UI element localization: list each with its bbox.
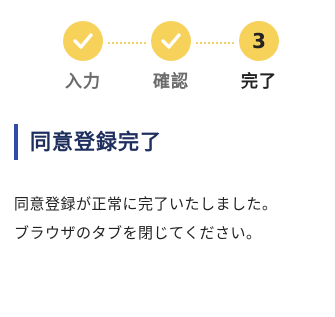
check-icon (73, 33, 93, 49)
step-complete: 3 完了 (214, 14, 304, 92)
check-icon (161, 33, 181, 49)
step-3-circle: 3 (239, 21, 279, 61)
completion-message: 同意登録が正常に完了いたしました。 ブラウザのタブを閉じてください。 (14, 190, 319, 248)
step-input: 入力 (38, 14, 128, 92)
step-1-label: 入力 (65, 72, 101, 92)
message-line-1: 同意登録が正常に完了いたしました。 (14, 195, 278, 213)
step-2-label: 確認 (153, 72, 189, 92)
step-confirm: 確認 (126, 14, 216, 92)
step-2-circle (151, 21, 191, 61)
step-3-label: 完了 (241, 72, 277, 92)
step-1-circle (63, 21, 103, 61)
step-3-number: 3 (252, 29, 266, 53)
message-line-2: ブラウザのタブを閉じてください。 (14, 224, 262, 242)
progress-stepper: 入力 確認 3 完了 (0, 14, 335, 104)
page-title: 同意登録完了 (14, 124, 162, 160)
